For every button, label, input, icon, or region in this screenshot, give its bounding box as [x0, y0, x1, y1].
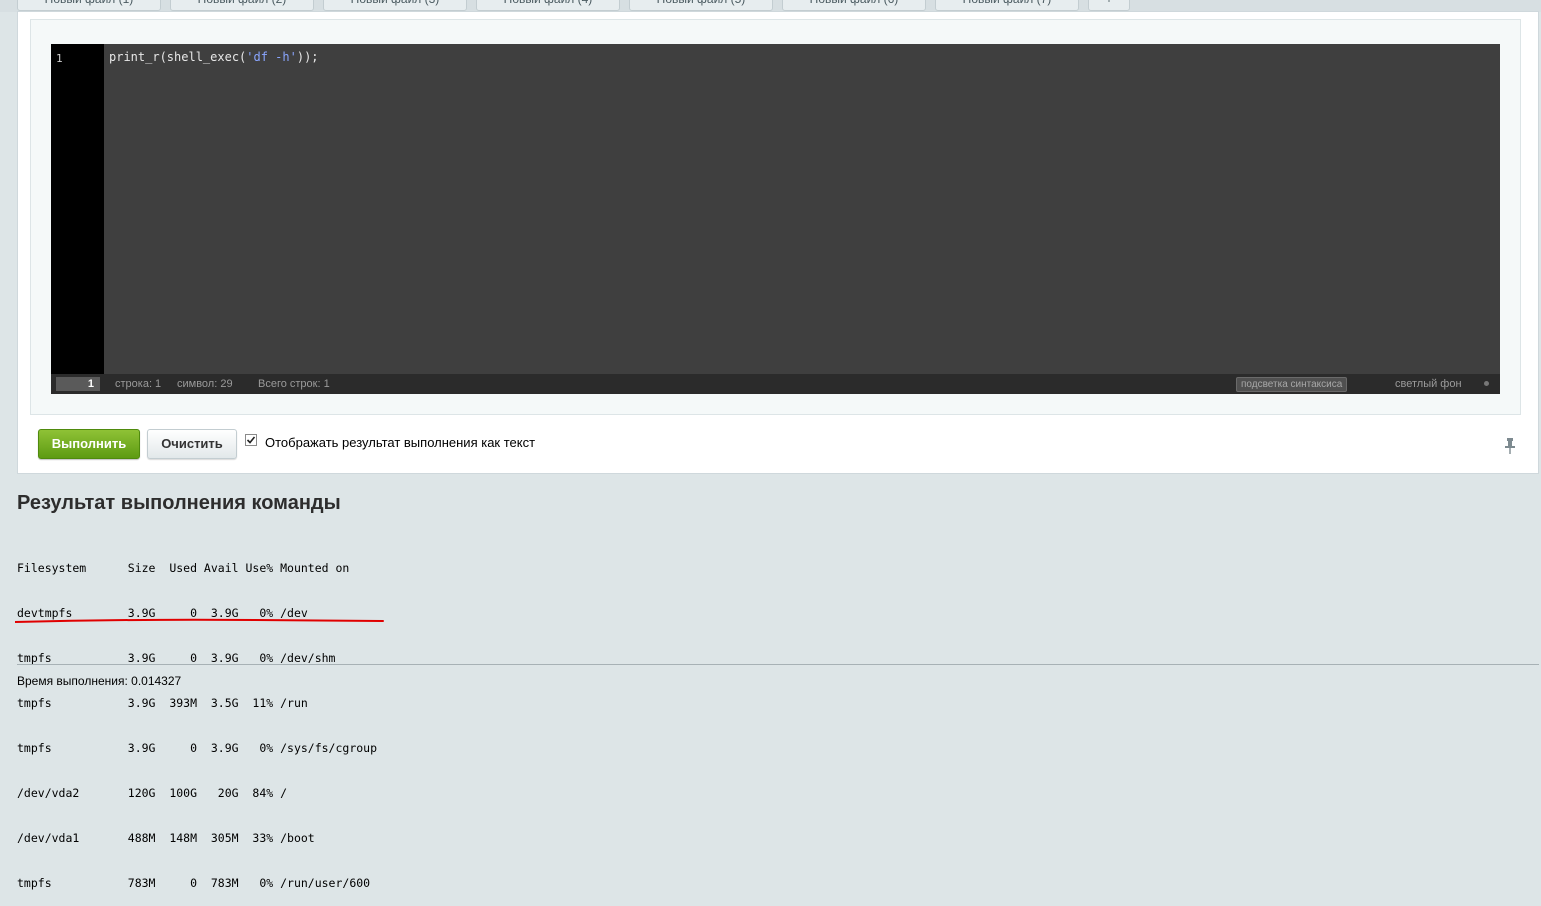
- code-string: 'df -h': [246, 50, 297, 64]
- goto-line-input[interactable]: 1: [56, 377, 100, 391]
- code-line[interactable]: print_r(shell_exec('df -h'));: [109, 50, 319, 64]
- file-tab[interactable]: Новый файл (4): [476, 0, 620, 11]
- file-tab[interactable]: Новый файл (7): [935, 0, 1079, 11]
- file-tab[interactable]: Новый файл (6): [782, 0, 926, 11]
- command-output: Filesystem Size Used Avail Use% Mounted …: [17, 531, 377, 906]
- output-line: /dev/vda1 488M 148M 305M 33% /boot: [17, 831, 315, 845]
- output-line: Filesystem Size Used Avail Use% Mounted …: [17, 561, 350, 575]
- line-number: 1: [56, 52, 63, 65]
- show-as-text-label: Отображать результат выполнения как текс…: [265, 435, 536, 450]
- file-tab[interactable]: Новый файл (2): [170, 0, 314, 11]
- result-title: Результат выполнения команды: [17, 492, 341, 514]
- output-line: tmpfs 3.9G 393M 3.5G 11% /run: [17, 696, 308, 710]
- output-line-highlighted: /dev/vda2 120G 100G 20G 84% /: [17, 786, 288, 800]
- file-tab[interactable]: Новый файл (1): [17, 0, 161, 11]
- clear-button[interactable]: Очистить: [147, 429, 237, 459]
- code-editor[interactable]: 1 print_r(shell_exec('df -h')); 1 строка…: [51, 44, 1500, 394]
- code-text-end: ));: [296, 50, 319, 64]
- code-text: print_r(shell_exec(: [109, 50, 247, 64]
- status-dot-icon: [1484, 381, 1489, 386]
- show-as-text-checkbox[interactable]: [245, 434, 257, 446]
- file-tab[interactable]: Новый файл (5): [629, 0, 773, 11]
- file-tab[interactable]: Новый файл (3): [323, 0, 467, 11]
- run-button[interactable]: Выполнить: [38, 429, 140, 459]
- execution-time: Время выполнения: 0.014327: [17, 674, 182, 688]
- total-lines-label: Всего строк: 1: [258, 378, 330, 390]
- cursor-symbol-label: символ: 29: [177, 378, 233, 390]
- red-annotation-underline: [15, 618, 384, 623]
- add-tab-button[interactable]: +: [1088, 0, 1130, 11]
- cursor-line-label: строка: 1: [115, 378, 162, 390]
- pin-icon[interactable]: [1503, 437, 1517, 455]
- result-divider: [17, 664, 1539, 665]
- editor-status-bar: 1 строка: 1 символ: 29 Всего строк: 1 по…: [51, 374, 1500, 394]
- output-line: tmpfs 783M 0 783M 0% /run/user/600: [17, 876, 371, 890]
- checkmark-icon: [246, 436, 256, 444]
- light-theme-toggle[interactable]: светлый фон: [1395, 378, 1462, 390]
- line-number-gutter: 1: [51, 44, 104, 374]
- output-line: tmpfs 3.9G 0 3.9G 0% /sys/fs/cgroup: [17, 741, 378, 755]
- syntax-highlight-button[interactable]: подсветка синтаксиса: [1236, 377, 1348, 392]
